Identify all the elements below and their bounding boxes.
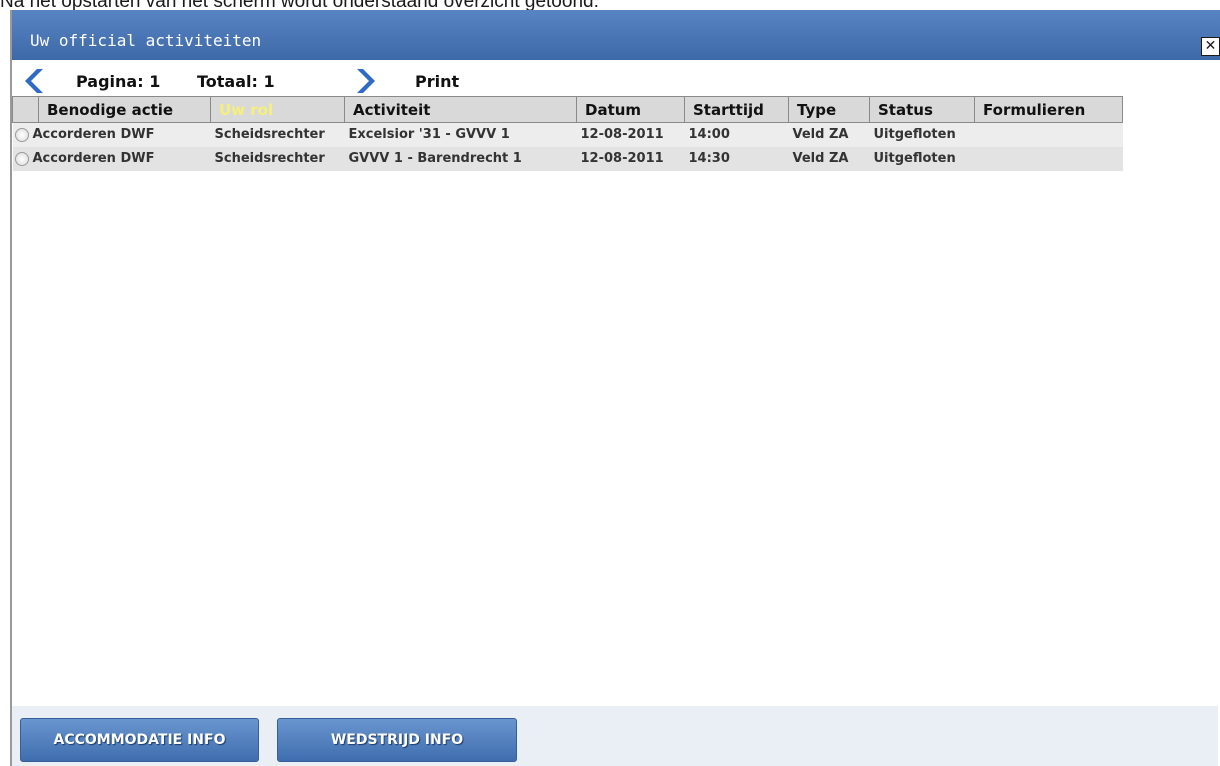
window-title: Uw official activiteiten [30, 31, 262, 50]
cell-status: Uitgefloten [869, 122, 975, 147]
wedstrijd-info-button[interactable]: WEDSTRIJD INFO [277, 718, 517, 762]
header-datum[interactable]: Datum [576, 96, 685, 123]
header-uw-rol[interactable]: Uw rol [210, 96, 345, 123]
cell-formulieren [974, 122, 1123, 147]
official-activities-window: Uw official activiteiten ✕ Pagina: 1 Tot… [10, 10, 1220, 766]
cell-benodige-actie: Accorderen DWF [32, 151, 155, 166]
cell-formulieren [974, 146, 1123, 171]
action-cell: Accorderen DWF [12, 122, 211, 147]
button-bar: ACCOMMODATIE INFO WEDSTRIJD INFO [12, 706, 1218, 766]
activities-table: Benodige actie Uw rol Activiteit Datum S… [12, 96, 1123, 171]
header-starttijd[interactable]: Starttijd [684, 96, 789, 123]
close-button[interactable]: ✕ [1201, 37, 1220, 56]
cell-starttijd: 14:30 [684, 146, 789, 171]
header-formulieren[interactable]: Formulieren [974, 96, 1123, 123]
close-icon: ✕ [1204, 38, 1217, 54]
cell-activiteit: Excelsior '31 - GVVV 1 [344, 122, 577, 147]
total-indicator: Totaal: 1 [197, 72, 275, 91]
table-header-row: Benodige actie Uw rol Activiteit Datum S… [12, 96, 1123, 123]
cell-status: Uitgefloten [869, 146, 975, 171]
cell-type: Veld ZA [788, 146, 870, 171]
accommodatie-info-button[interactable]: ACCOMMODATIE INFO [20, 718, 259, 762]
cell-uw-rol: Scheidsrechter [210, 122, 345, 147]
page-indicator: Pagina: 1 [76, 72, 161, 91]
action-cell: Accorderen DWF [12, 146, 211, 171]
cell-datum: 12-08-2011 [576, 122, 685, 147]
print-button[interactable]: Print [415, 72, 459, 91]
cell-uw-rol: Scheidsrechter [210, 146, 345, 171]
cell-starttijd: 14:00 [684, 122, 789, 147]
window-titlebar: Uw official activiteiten ✕ [12, 10, 1220, 60]
header-type[interactable]: Type [788, 96, 870, 123]
header-activiteit[interactable]: Activiteit [344, 96, 577, 123]
cell-type: Veld ZA [788, 122, 870, 147]
header-benodige-actie[interactable]: Benodige actie [38, 96, 211, 123]
chevron-left-icon[interactable] [24, 66, 48, 96]
cell-benodige-actie: Accorderen DWF [32, 127, 155, 143]
cell-activiteit: GVVV 1 - Barendrecht 1 [344, 146, 577, 171]
table-row[interactable]: Accorderen DWF Scheidsrechter Excelsior … [12, 122, 1123, 147]
radio-icon[interactable] [14, 151, 29, 166]
cell-datum: 12-08-2011 [576, 146, 685, 171]
chevron-right-icon[interactable] [352, 66, 376, 96]
paging-toolbar: Pagina: 1 Totaal: 1 Print [12, 64, 1218, 98]
header-status[interactable]: Status [869, 96, 975, 123]
radio-icon[interactable] [14, 127, 29, 142]
table-row[interactable]: Accorderen DWF Scheidsrechter GVVV 1 - B… [12, 146, 1123, 171]
select-column-header [12, 96, 39, 123]
